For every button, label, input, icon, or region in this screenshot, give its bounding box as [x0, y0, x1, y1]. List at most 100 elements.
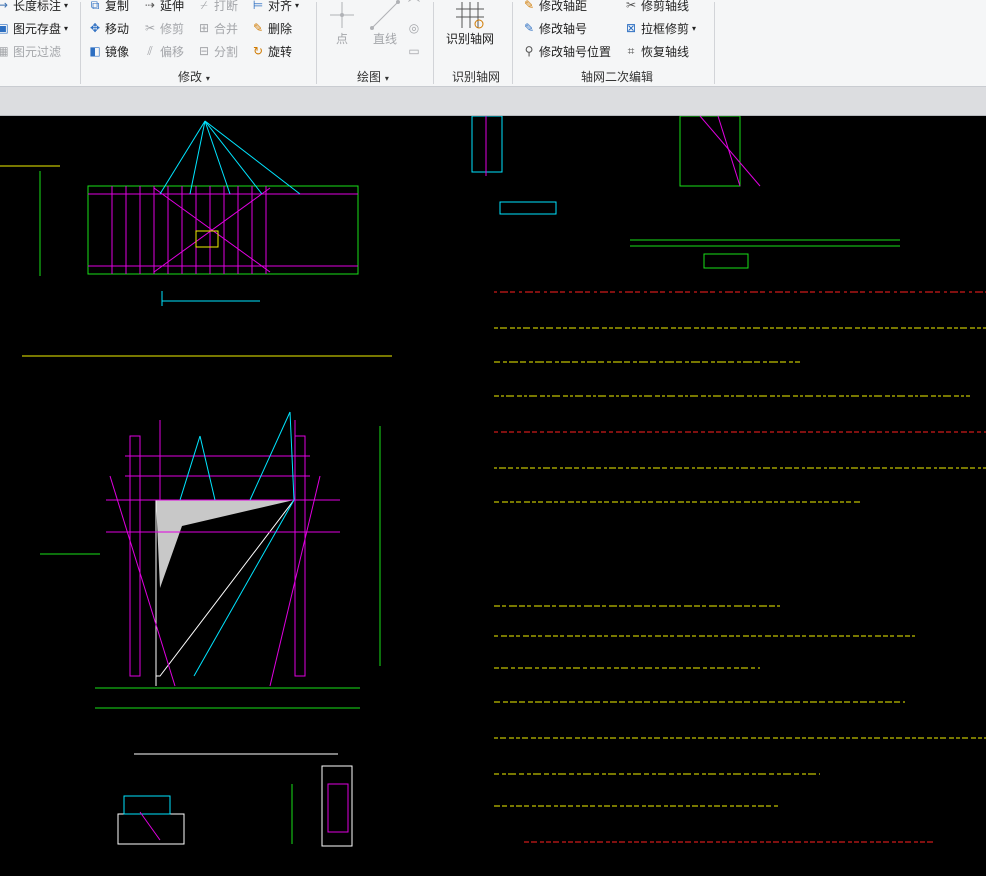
break-button[interactable]: ⌿ 打断 — [197, 0, 238, 14]
restore-axis-icon: ⌗ — [627, 44, 635, 58]
beam-detail-top-right — [471, 115, 900, 269]
group-label-axis-edit: 轴网二次编辑 — [581, 70, 654, 84]
restore-axis-label: 恢复轴线 — [641, 44, 690, 59]
toolbar-spacer — [0, 87, 986, 116]
split-icon: ⊟ — [198, 44, 210, 58]
copy-label: 复制 — [105, 0, 130, 13]
offset-label: 偏移 — [160, 44, 185, 59]
extend-icon: ⇢ — [144, 0, 156, 12]
save-element-icon: ▣ — [0, 21, 9, 35]
break-label: 打断 — [214, 0, 239, 13]
merge-icon: ⊞ — [198, 21, 210, 35]
split-label: 分割 — [214, 44, 239, 59]
rotate-icon: ↻ — [252, 44, 264, 58]
modify-axis-distance-button[interactable]: ✎ 修改轴距 — [522, 0, 587, 14]
mirror-button[interactable]: ◧ 镜像 — [88, 42, 129, 60]
delete-label: 删除 — [268, 21, 293, 36]
save-element-button[interactable]: ▣ 图元存盘 ▾ — [0, 19, 68, 37]
draw-point-label: 点 — [335, 32, 348, 46]
chevron-down-icon: ▾ — [692, 23, 697, 33]
copy-button[interactable]: ⧉ 复制 — [88, 0, 129, 14]
modify-axis-number-position-label: 修改轴号位置 — [539, 44, 612, 59]
separator — [512, 2, 513, 84]
extend-button[interactable]: ⇢ 延伸 — [143, 0, 184, 14]
element-filter-label: 图元过滤 — [13, 44, 62, 59]
chevron-down-icon: ▾ — [295, 0, 300, 10]
offset-button[interactable]: ⫽ 偏移 — [143, 42, 184, 60]
chevron-down-icon: ▾ — [205, 74, 210, 83]
draw-circle-button[interactable]: ◎ — [407, 19, 421, 37]
offset-icon: ⫽ — [147, 44, 153, 58]
ribbon-toolbar: ↦ 长度标注 ▾ ▣ 图元存盘 ▾ ▦ 图元过滤 ⧉ 复制 ✥ 移动 ◧ 镜像 ⇢ 延伸 ✂ 修剪 … — [0, 0, 986, 87]
draw-line-label: 直线 — [372, 32, 397, 46]
dimension-icon: ↦ — [0, 0, 9, 12]
modify-axis-number-button[interactable]: ✎ 修改轴号 — [522, 19, 587, 37]
bottom-details — [117, 765, 353, 847]
separator — [714, 2, 715, 84]
separator — [80, 2, 81, 84]
arc-icon: ⌒ — [407, 0, 420, 12]
draw-rect-button[interactable]: ▭ — [407, 42, 421, 60]
copy-icon: ⧉ — [90, 0, 100, 12]
rotate-button[interactable]: ↻ 旋转 — [251, 42, 292, 60]
group-label-modify: 修改 ▾ — [178, 70, 210, 84]
move-label: 移动 — [105, 21, 130, 36]
identify-axis-button[interactable]: 识别轴网 — [446, 0, 494, 47]
filter-icon: ▦ — [0, 44, 9, 58]
group-label-identify: 识别轴网 — [452, 70, 501, 84]
modify-axis-number-position-button[interactable]: ⚲ 修改轴号位置 — [522, 42, 611, 60]
split-button[interactable]: ⊟ 分割 — [197, 42, 238, 60]
draw-arc-button[interactable]: ⌒ — [407, 0, 421, 14]
cad-drawing-canvas[interactable] — [0, 115, 986, 873]
draw-point-button[interactable]: 点 — [328, 0, 356, 47]
delete-button[interactable]: ✎ 删除 — [251, 19, 292, 37]
modify-axis-distance-label: 修改轴距 — [539, 0, 588, 13]
trim-label: 修剪 — [160, 21, 185, 36]
group-label-draw: 绘图 ▾ — [357, 70, 389, 84]
edit-number-icon: ✎ — [523, 21, 535, 35]
separator — [433, 2, 434, 84]
mirror-icon: ◧ — [89, 44, 101, 58]
move-button[interactable]: ✥ 移动 — [88, 19, 129, 37]
beam-detail-top — [0, 120, 392, 357]
axis-position-icon: ⚲ — [524, 44, 534, 58]
modify-axis-number-label: 修改轴号 — [539, 21, 588, 36]
dimension-length-label: 长度标注 — [13, 0, 62, 13]
trim-axis-button[interactable]: ✂ 修剪轴线 — [624, 0, 689, 14]
align-button[interactable]: ⊨ 对齐 ▾ — [251, 0, 299, 14]
align-icon: ⊨ — [252, 0, 264, 12]
chevron-down-icon: ▾ — [384, 74, 389, 83]
break-icon: ⌿ — [200, 0, 208, 12]
box-trim-button[interactable]: ⊠ 拉框修剪 ▾ — [624, 19, 696, 37]
identify-axis-label: 识别轴网 — [446, 32, 495, 46]
trim-button[interactable]: ✂ 修剪 — [143, 19, 184, 37]
restore-axis-button[interactable]: ⌗ 恢复轴线 — [624, 42, 689, 60]
box-trim-label: 拉框修剪 — [641, 21, 690, 36]
point-icon — [330, 2, 354, 28]
trim-axis-label: 修剪轴线 — [641, 0, 690, 13]
mirror-label: 镜像 — [105, 44, 130, 59]
trim-icon: ✂ — [144, 21, 156, 35]
separator — [316, 2, 317, 84]
chevron-down-icon: ▾ — [64, 23, 69, 33]
axis-grid-icon — [456, 2, 484, 29]
extend-label: 延伸 — [160, 0, 185, 13]
delete-icon: ✎ — [252, 21, 264, 35]
trim-axis-icon: ✂ — [625, 0, 637, 12]
element-filter-button[interactable]: ▦ 图元过滤 — [0, 42, 61, 60]
move-icon: ✥ — [89, 21, 101, 35]
chevron-down-icon: ▾ — [64, 0, 69, 10]
opening-detail — [40, 411, 381, 755]
merge-button[interactable]: ⊞ 合并 — [197, 19, 238, 37]
save-element-label: 图元存盘 — [13, 21, 62, 36]
dimension-length-button[interactable]: ↦ 长度标注 ▾ — [0, 0, 68, 14]
merge-label: 合并 — [214, 21, 239, 36]
notes-block — [494, 291, 986, 843]
edit-distance-icon: ✎ — [523, 0, 535, 12]
box-trim-icon: ⊠ — [625, 21, 637, 35]
draw-line-button[interactable]: 直线 — [368, 0, 402, 47]
circle-icon: ◎ — [408, 21, 420, 35]
cad-drawing — [0, 115, 986, 847]
align-label: 对齐 — [268, 0, 293, 13]
rectangle-icon: ▭ — [408, 44, 420, 58]
